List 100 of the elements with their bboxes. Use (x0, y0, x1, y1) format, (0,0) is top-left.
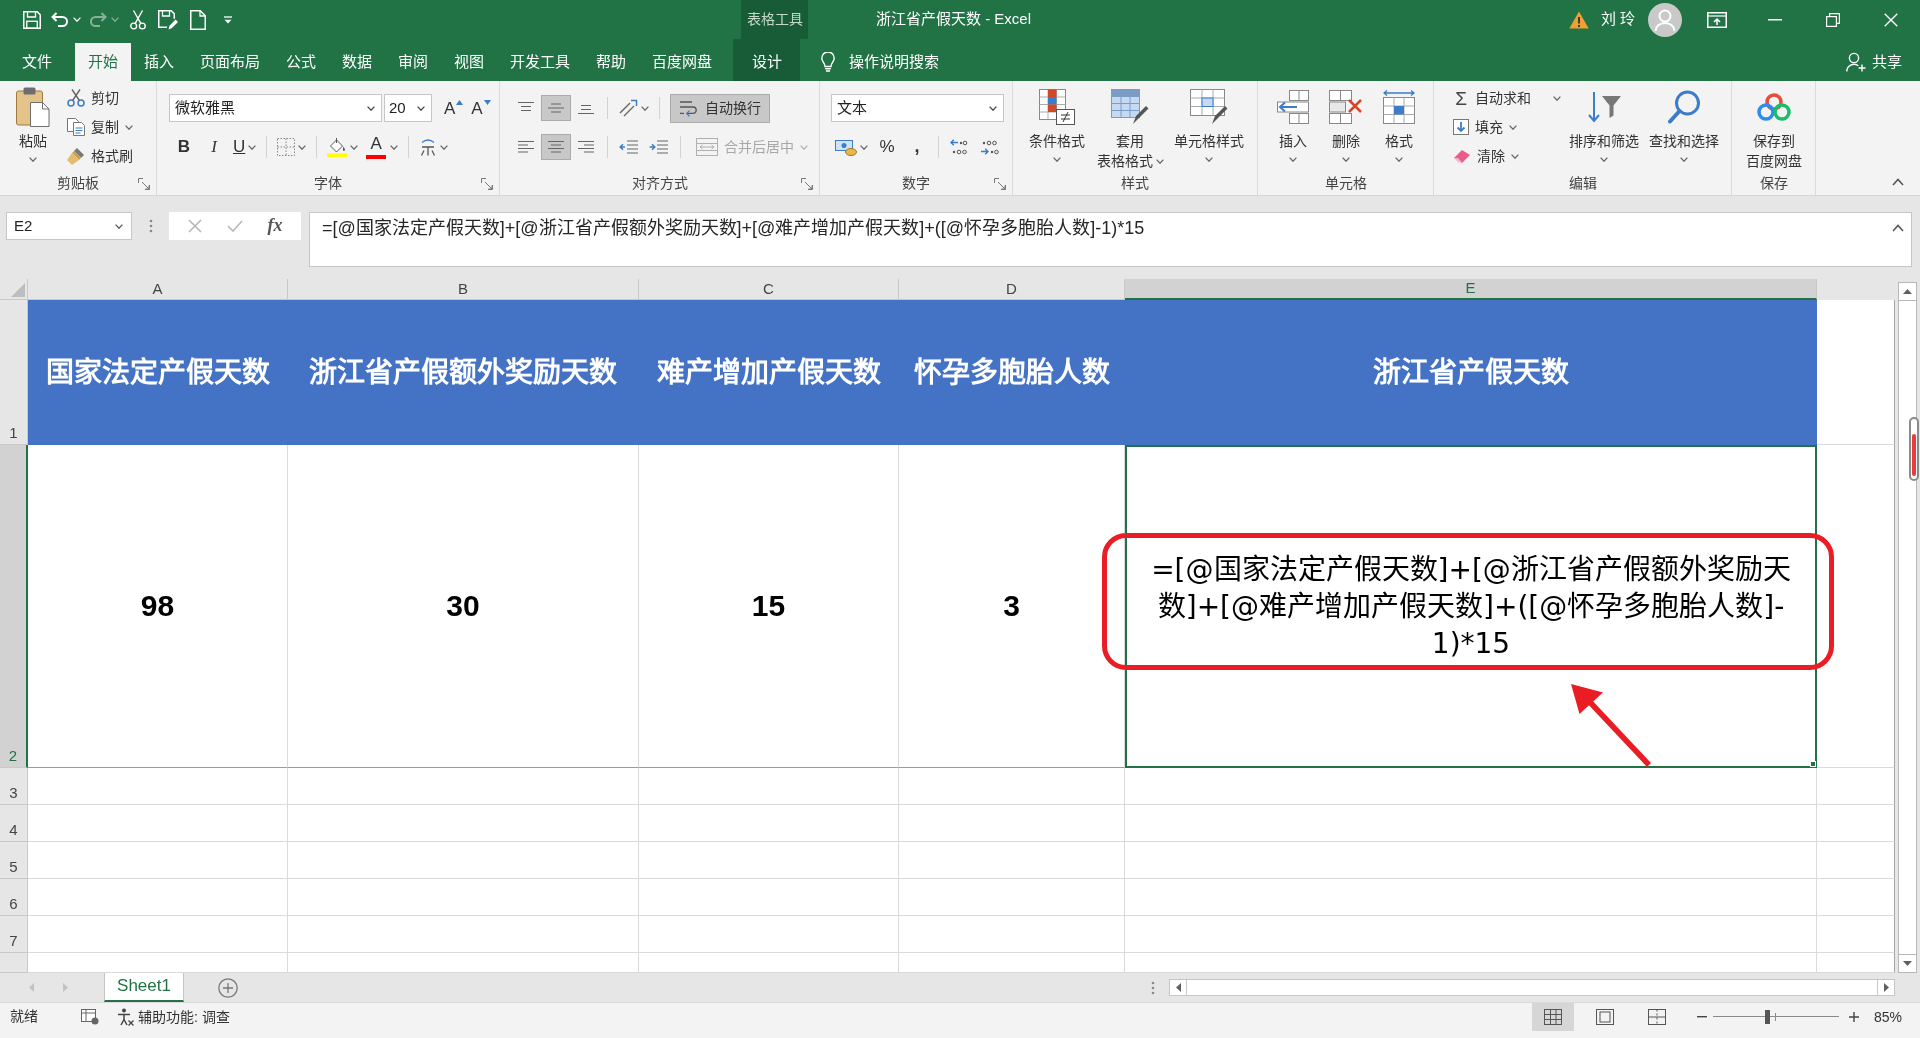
ribbon-tab[interactable]: 视图 (441, 43, 497, 81)
ribbon-tab[interactable]: 插入 (131, 43, 187, 81)
row-header[interactable]: 3 (0, 768, 28, 805)
formula-input[interactable]: =[@国家法定产假天数]+[@浙江省产假额外奖励天数]+[@难产增加产假天数]+([@怀孕多胞胎人数]-1)*15 (309, 212, 1912, 267)
name-box[interactable]: E2 (6, 212, 132, 240)
sort-filter-button[interactable]: 排序和筛选 (1564, 81, 1644, 173)
caret-icon (417, 105, 425, 111)
delete-cells-button[interactable]: 删除 (1322, 81, 1370, 173)
insert-cells-button[interactable]: 插入 (1269, 81, 1317, 173)
format-as-table-button[interactable]: 套用 表格格式 (1093, 81, 1167, 173)
row-header[interactable]: 5 (0, 842, 28, 879)
column-header[interactable]: C (639, 279, 899, 300)
dialog-launcher-button[interactable] (800, 177, 814, 191)
scroll-thumb[interactable] (1186, 980, 1878, 995)
page-break-icon (1647, 1009, 1666, 1025)
autosum-button[interactable]: Σ 自动求和 (1450, 85, 1564, 111)
row-header[interactable]: 6 (0, 879, 28, 916)
column-header[interactable]: B (288, 279, 639, 300)
fill-handle[interactable] (1810, 761, 1816, 767)
row-header[interactable]: 7 (0, 916, 28, 953)
row-header[interactable]: 1 (0, 300, 28, 445)
dialog-launcher-button[interactable] (480, 177, 494, 191)
grid-view-icon (1543, 1009, 1562, 1025)
dialog-launcher-button[interactable] (137, 177, 151, 191)
percent-button[interactable]: % (872, 134, 902, 160)
conditional-format-button[interactable]: 条件格式 (1021, 81, 1093, 173)
zoom-level-button[interactable]: 85% (1873, 1008, 1902, 1026)
select-all-triangle-icon (11, 283, 25, 297)
column-heading: 浙江省产假天数 (1125, 300, 1817, 445)
ribbon-tab[interactable]: 开发工具 (497, 43, 583, 81)
caret-icon (248, 144, 257, 150)
scissors-icon (67, 89, 85, 107)
scroll-thumb[interactable] (1909, 417, 1919, 481)
font-name-field[interactable]: 微软雅黑 (169, 94, 382, 122)
ribbon-tab[interactable]: 文件 (9, 43, 65, 81)
font-color-button[interactable]: A (362, 134, 403, 160)
ribbon-tab[interactable]: 开始 (75, 43, 131, 81)
underline-button[interactable]: U (229, 134, 261, 160)
column-header[interactable]: A (28, 279, 288, 300)
caret-icon (440, 144, 449, 150)
sheet-tab[interactable]: Sheet1 (104, 973, 184, 1002)
paste-button[interactable]: 粘贴 (8, 81, 58, 173)
up-triangle-icon (1903, 289, 1912, 294)
format-painter-button[interactable]: 格式刷 (64, 143, 136, 169)
fill-button[interactable]: 填充 (1450, 114, 1564, 140)
clear-button[interactable]: 清除 (1450, 143, 1564, 169)
down-arrow-box-icon (1453, 119, 1469, 135)
row-header[interactable]: 4 (0, 805, 28, 842)
slider-thumb[interactable] (1765, 1010, 1771, 1024)
ribbon-tab[interactable]: 百度网盘 (639, 43, 725, 81)
ribbon-tab[interactable]: 公式 (273, 43, 329, 81)
cut-button[interactable]: 剪切 (64, 85, 136, 111)
page-layout-icon (1595, 1009, 1614, 1025)
number-format-field[interactable]: 文本 (831, 94, 1004, 122)
ribbon-tab[interactable]: 设计 (733, 39, 800, 81)
find-select-button[interactable]: 查找和选择 (1644, 81, 1724, 173)
dialog-launcher-button[interactable] (993, 177, 1007, 191)
shrink-font-button[interactable]: A (467, 95, 495, 121)
table-brush-icon (1111, 89, 1149, 125)
ribbon-tab[interactable]: 帮助 (583, 43, 639, 81)
caret-icon (800, 144, 808, 150)
scroll-down-button[interactable] (1898, 954, 1917, 973)
ribbon-tab[interactable]: 页面布局 (187, 43, 273, 81)
group-label: 数字 (902, 175, 930, 193)
plus-circle-icon (218, 977, 238, 998)
phonetic-guide-icon (419, 138, 438, 156)
user-name: 刘 玲 (1600, 10, 1635, 29)
group-label: 样式 (1121, 175, 1149, 193)
account-button[interactable] (1648, 2, 1682, 37)
format-cells-button[interactable]: 格式 (1375, 81, 1423, 173)
grow-font-button[interactable]: A (440, 95, 468, 121)
share-button[interactable]: 共享 (1846, 43, 1902, 81)
ribbon-tab[interactable]: 数据 (329, 43, 385, 81)
column-heading: 国家法定产假天数 (28, 300, 288, 445)
column-header[interactable]: E (1125, 279, 1817, 300)
ribbon-tab[interactable]: 审阅 (385, 43, 441, 81)
cell-styles-button[interactable]: 单元格样式 (1167, 81, 1251, 173)
accessibility-button[interactable]: 辅助功能: 调查 (116, 1005, 230, 1029)
corner-arrow-icon (994, 178, 1006, 190)
bold-button[interactable]: B (169, 134, 199, 160)
restore-icon (1826, 12, 1840, 27)
font-size-field[interactable]: 20 (384, 94, 432, 122)
scroll-up-button[interactable] (1898, 282, 1917, 301)
align-center-button[interactable] (541, 134, 571, 160)
italic-button[interactable]: I (199, 134, 229, 160)
row-header[interactable]: 2 (0, 445, 28, 768)
grid-width-arrow-icon (1383, 90, 1415, 124)
down-triangle-icon (1903, 961, 1912, 966)
sheet-dot-icon (81, 1009, 99, 1025)
up-triangle-icon (456, 100, 464, 105)
copy-button[interactable]: 复制 (64, 114, 136, 140)
zoom-slider[interactable] (1712, 1010, 1839, 1024)
column-header[interactable]: D (899, 279, 1125, 300)
insert-function-button[interactable]: fx (267, 215, 283, 237)
normal-view-button[interactable] (1531, 1003, 1574, 1031)
caret-icon (125, 124, 133, 130)
comma-style-button[interactable]: , (902, 134, 932, 160)
save-to-cloud-button[interactable]: 保存到 百度网盘 (1732, 81, 1815, 173)
wrap-text-button[interactable]: 自动换行 (670, 93, 770, 123)
tell-me-search[interactable]: 操作说明搜索 (821, 43, 939, 81)
